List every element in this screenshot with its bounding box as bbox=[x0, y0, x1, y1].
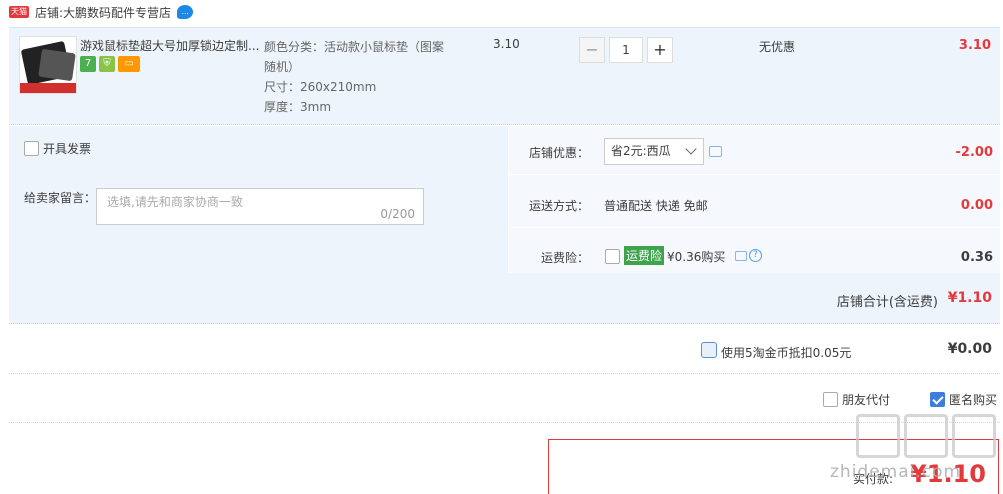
quantity-stepper: − 1 + bbox=[579, 37, 673, 63]
sku-size: 尺寸：260x210mm bbox=[264, 80, 377, 94]
insurance-label: 运费险： bbox=[541, 251, 590, 265]
insurance-value: 0.36 bbox=[960, 250, 993, 265]
message-input[interactable]: 选填,请先和商家协商一致 0/200 bbox=[96, 188, 424, 225]
item-discount: 无优惠 bbox=[759, 40, 796, 54]
shop-total-row: 店铺合计(含运费) ¥1.10 bbox=[9, 273, 1000, 324]
final-value: ¥1.10 bbox=[910, 460, 986, 488]
unit-price: 3.10 bbox=[493, 37, 520, 51]
coupon-select[interactable]: 省2元:西瓜 bbox=[604, 138, 704, 165]
tmall-badge: 天猫 bbox=[9, 6, 29, 18]
order-options: 开具发票 给卖家留言： 选填,请先和商家协商一致 0/200 店铺优惠： 省2元… bbox=[9, 126, 1001, 324]
shop-header: 天猫 店铺: 大鹏数码配件专营店 … bbox=[0, 0, 1003, 24]
coupon-selected: 省2元:西瓜 bbox=[611, 144, 671, 158]
coupon-value: -2.00 bbox=[955, 145, 993, 160]
product-image[interactable] bbox=[19, 36, 77, 94]
sku-color-line1: 颜色分类：活动款小鼠标垫（图案 bbox=[264, 40, 445, 54]
image-banner-strip bbox=[20, 83, 76, 93]
friend-pay-label: 朋友代付 bbox=[842, 393, 891, 407]
sku-color-line2: 随机） bbox=[264, 60, 301, 74]
insurance-checkbox[interactable] bbox=[605, 249, 620, 264]
final-label: 实付款: bbox=[852, 472, 893, 486]
item-title-link[interactable]: 游戏鼠标垫超大号加厚锁边定制... bbox=[80, 37, 260, 54]
chat-icon[interactable]: … bbox=[177, 5, 194, 19]
anonymous-option[interactable]: 匿名购买 bbox=[930, 391, 997, 408]
invoice-label: 开具发票 bbox=[43, 142, 92, 156]
coin-value: ¥0.00 bbox=[947, 341, 992, 357]
message-label: 给卖家留言： bbox=[24, 191, 97, 205]
coin-row: 使用5淘金币抵扣0.05元 ¥0.00 bbox=[9, 325, 1000, 374]
coupon-message-icon[interactable] bbox=[709, 146, 722, 157]
message-counter: 0/200 bbox=[380, 207, 415, 221]
shipping-row: 运送方式： 普通配送 快递 免邮 0.00 bbox=[509, 179, 1001, 228]
increase-button[interactable]: + bbox=[647, 37, 673, 63]
decrease-button[interactable]: − bbox=[579, 37, 605, 63]
anonymous-checkbox[interactable] bbox=[930, 392, 945, 407]
shop-total-value: ¥1.10 bbox=[947, 290, 992, 306]
final-payment-box: 实付款: ¥1.10 bbox=[548, 439, 999, 494]
service-icons: 7 ⛨ ▭ bbox=[80, 56, 140, 72]
guarantee-icon[interactable]: ⛨ bbox=[99, 56, 115, 72]
shop-label: 店铺: bbox=[35, 5, 64, 20]
shipping-method: 普通配送 快递 免邮 bbox=[604, 199, 708, 213]
message-placeholder: 选填,请先和商家协商一致 bbox=[107, 195, 243, 209]
shipping-value: 0.00 bbox=[960, 198, 993, 213]
coupon-row: 店铺优惠： 省2元:西瓜 -2.00 bbox=[509, 126, 1001, 175]
anonymous-label: 匿名购买 bbox=[949, 393, 998, 407]
shop-name-link[interactable]: 大鹏数码配件专营店 bbox=[63, 4, 171, 21]
friend-pay-checkbox[interactable] bbox=[823, 392, 838, 407]
options-left: 开具发票 给卖家留言： 选填,请先和商家协商一致 0/200 bbox=[9, 126, 508, 273]
insurance-price: ¥0.36购买 bbox=[667, 250, 726, 264]
insurance-message-icon[interactable] bbox=[735, 251, 747, 261]
options-right: 店铺优惠： 省2元:西瓜 -2.00 运送方式： 普通配送 快递 免邮 0.00… bbox=[508, 126, 1001, 273]
coupon-label: 店铺优惠： bbox=[529, 146, 590, 160]
item-row: 游戏鼠标垫超大号加厚锁边定制... 7 ⛨ ▭ 颜色分类：活动款小鼠标垫（图案 … bbox=[9, 27, 1000, 125]
sku-thickness: 厚度：3mm bbox=[264, 100, 332, 114]
quantity-input[interactable]: 1 bbox=[609, 37, 643, 63]
mousepad-shape-2 bbox=[38, 48, 76, 82]
sku-info: 颜色分类：活动款小鼠标垫（图案 随机） 尺寸：260x210mm 厚度：3mm bbox=[264, 37, 464, 117]
seven-day-return-icon[interactable]: 7 bbox=[80, 56, 96, 72]
help-icon[interactable]: ? bbox=[749, 249, 762, 262]
friend-pay-option[interactable]: 朋友代付 bbox=[823, 391, 890, 408]
insurance-row: 运费险： 运费险 ¥0.36购买 ? 0.36 bbox=[509, 229, 1001, 273]
chevron-down-icon bbox=[685, 143, 697, 155]
shipping-label: 运送方式： bbox=[529, 199, 590, 213]
insurance-tag: 运费险 bbox=[624, 246, 665, 265]
invoice-checkbox[interactable] bbox=[24, 141, 39, 156]
pay-options-row: 朋友代付 匿名购买 bbox=[9, 375, 1000, 423]
coin-checkbox[interactable] bbox=[701, 342, 717, 358]
item-subtotal: 3.10 bbox=[958, 38, 991, 53]
invoice-option[interactable]: 开具发票 bbox=[24, 140, 91, 157]
shop-total-label: 店铺合计(含运费) bbox=[836, 295, 938, 310]
coin-text: 使用5淘金币抵扣0.05元 bbox=[721, 346, 852, 360]
credit-card-icon[interactable]: ▭ bbox=[118, 56, 140, 72]
